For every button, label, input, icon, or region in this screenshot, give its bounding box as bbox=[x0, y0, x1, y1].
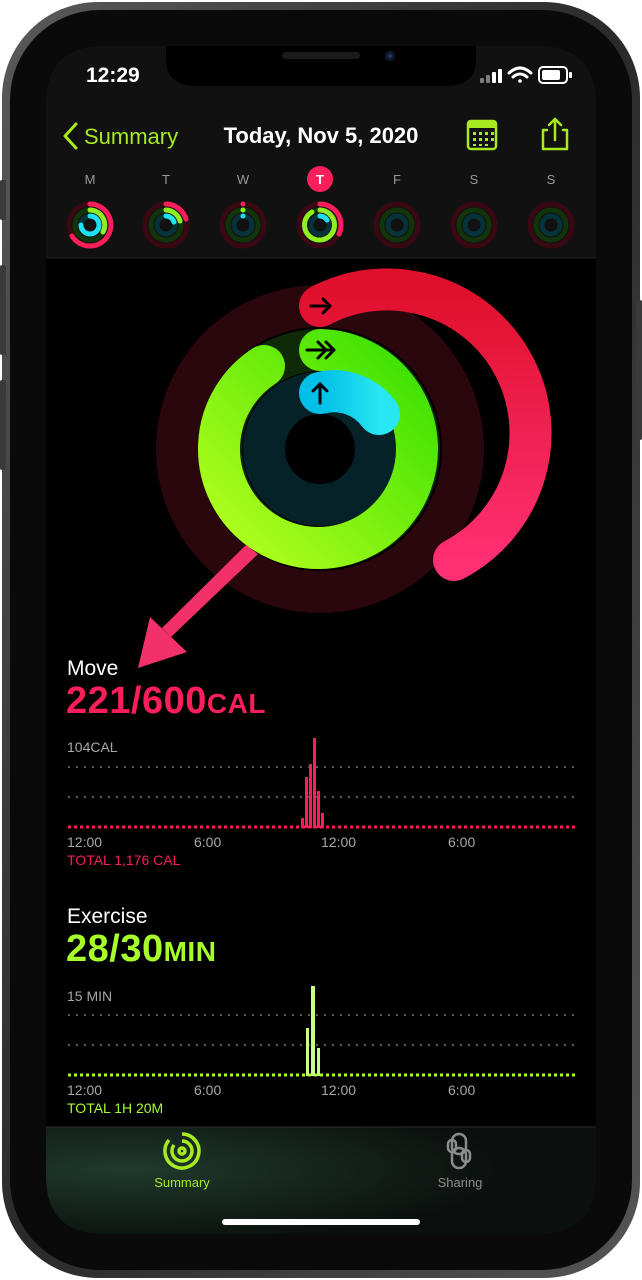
exercise-value: 28/30MIN bbox=[66, 928, 216, 971]
exercise-chart-tick-2: 6:00 bbox=[194, 1082, 222, 1098]
volume-down-button bbox=[0, 380, 6, 470]
day-label-monday[interactable]: M bbox=[74, 172, 106, 187]
exercise-total: TOTAL 1H 20M bbox=[67, 1100, 164, 1116]
tab-sharing-label: Sharing bbox=[437, 1175, 483, 1190]
move-label: Move bbox=[67, 657, 119, 680]
move-total: TOTAL 1,176 CAL bbox=[67, 852, 181, 868]
day-label-friday[interactable]: F bbox=[381, 172, 413, 187]
day-label-wednesday[interactable]: W bbox=[227, 172, 259, 187]
move-chart-max-label: 104CAL bbox=[67, 739, 118, 755]
exercise-chart-tick-3: 12:00 bbox=[321, 1082, 357, 1098]
home-indicator bbox=[222, 1219, 420, 1225]
tab-bar bbox=[46, 1127, 596, 1234]
exercise-label: Exercise bbox=[67, 905, 148, 928]
stand-ring-progress bbox=[299, 370, 400, 435]
share-button[interactable] bbox=[538, 114, 572, 154]
speaker-grille bbox=[282, 52, 360, 59]
day-label-saturday[interactable]: S bbox=[458, 172, 490, 187]
tab-summary-label: Summary bbox=[154, 1175, 210, 1190]
day-label-tuesday[interactable]: T bbox=[150, 172, 182, 187]
move-chart-tick-4: 6:00 bbox=[448, 834, 476, 850]
exercise-value-unit: MIN bbox=[163, 936, 217, 967]
exercise-value-number: 28/30 bbox=[66, 928, 164, 970]
exercise-chart-tick-1: 12:00 bbox=[67, 1082, 103, 1098]
day-label-thursday[interactable]: T bbox=[304, 172, 336, 187]
volume-up-button bbox=[0, 265, 6, 355]
calendar-button[interactable] bbox=[464, 116, 500, 154]
move-chart-tick-3: 12:00 bbox=[321, 834, 357, 850]
move-value-number: 221/600 bbox=[66, 680, 207, 722]
move-value-unit: CAL bbox=[206, 688, 266, 719]
mute-switch bbox=[0, 180, 6, 220]
move-value: 221/600CAL bbox=[66, 680, 266, 723]
move-chart-tick-2: 6:00 bbox=[194, 834, 222, 850]
status-time: 12:29 bbox=[86, 64, 140, 87]
exercise-chart-tick-4: 6:00 bbox=[448, 1082, 476, 1098]
move-chart-tick-1: 12:00 bbox=[67, 834, 103, 850]
day-label-sunday[interactable]: S bbox=[535, 172, 567, 187]
power-button bbox=[636, 300, 642, 440]
exercise-chart-max-label: 15 MIN bbox=[67, 988, 113, 1004]
